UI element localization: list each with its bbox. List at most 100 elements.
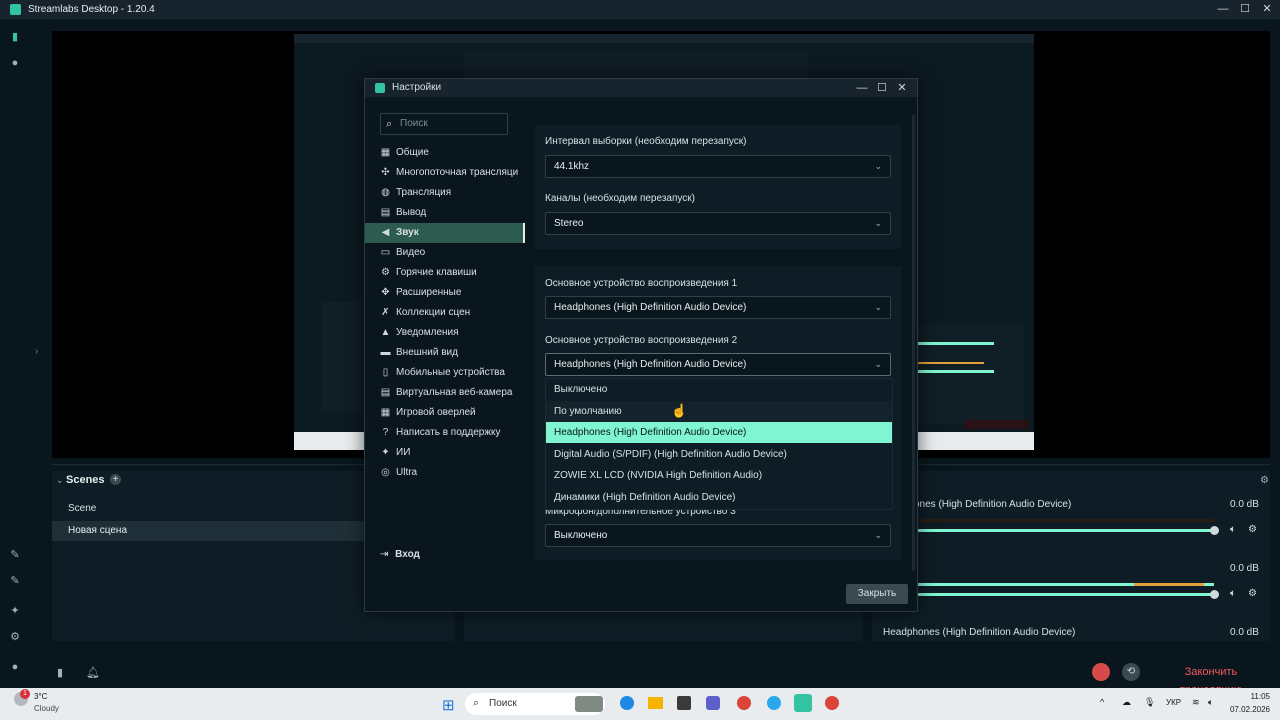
- clock-date[interactable]: 07.02.2026: [1222, 705, 1270, 714]
- settings-menu-item[interactable]: ▦ Игровой оверлей: [365, 403, 523, 423]
- chevron-down-icon[interactable]: ⌄: [56, 475, 64, 486]
- mixer-source-name: Headphones (High Definition Audio Device…: [883, 627, 1076, 638]
- mixer-slider-thumb[interactable]: [1210, 590, 1219, 599]
- settings-search-input[interactable]: ⌕ Поиск: [380, 113, 508, 135]
- desktop-audio-1-select[interactable]: Headphones (High Definition Audio Device…: [545, 296, 891, 319]
- gear-icon[interactable]: ⚙: [1248, 524, 1257, 535]
- profile-icon[interactable]: ●: [9, 661, 21, 673]
- mixer-volume-slider[interactable]: [914, 593, 1214, 596]
- add-scene-icon[interactable]: +: [110, 474, 121, 485]
- close-icon[interactable]: ✕: [1260, 2, 1274, 16]
- dialog-minimize-icon[interactable]: —: [855, 81, 869, 95]
- scrollbar[interactable]: [912, 115, 915, 571]
- chrome-icon[interactable]: [825, 696, 839, 710]
- dialog-close-icon[interactable]: ✕: [895, 81, 909, 95]
- mixer-slider-thumb[interactable]: [1210, 526, 1219, 535]
- scene-item-label: Scene: [68, 503, 97, 514]
- settings-menu-item[interactable]: ▭ Видео: [365, 243, 523, 263]
- settings-menu-label: Игровой оверлей: [396, 407, 476, 418]
- settings-menu-item[interactable]: ▦ Общие: [365, 143, 523, 163]
- dropdown-option-label: Динамики (High Definition Audio Device): [554, 491, 736, 503]
- gear-icon[interactable]: ⚙: [1248, 588, 1257, 599]
- notifications-icon[interactable]: 🔔︎: [86, 666, 100, 679]
- settings-gear-icon[interactable]: ⚙: [9, 631, 21, 643]
- maximize-icon[interactable]: ☐: [1238, 2, 1252, 16]
- settings-menu-item[interactable]: ✣ Многопоточная трансляци: [365, 163, 523, 183]
- settings-menu-label: Коллекции сцен: [396, 307, 471, 318]
- speaker-icon[interactable]: 🔈︎: [1230, 588, 1236, 599]
- desktop-audio-2-select[interactable]: Headphones (High Definition Audio Device…: [545, 353, 891, 376]
- record-icon[interactable]: ●: [9, 57, 21, 69]
- editor-icon[interactable]: ▮: [9, 31, 21, 43]
- windows-start-icon[interactable]: ⊞: [442, 696, 455, 714]
- settings-menu-item[interactable]: ◍ Трансляция: [365, 183, 523, 203]
- mic3-select[interactable]: Выключено ⌄: [545, 524, 891, 547]
- settings-menu-item[interactable]: ◎ Ultra: [365, 463, 523, 483]
- minimize-icon[interactable]: —: [1216, 2, 1230, 16]
- settings-menu-item[interactable]: ✦ ИИ: [365, 443, 523, 463]
- dialog-titlebar: Настройки — ☐ ✕: [365, 79, 917, 97]
- globe-icon: ◍: [381, 187, 390, 198]
- nested-mixer: [914, 324, 1024, 424]
- search-placeholder: Поиск: [400, 118, 428, 129]
- settings-menu-item[interactable]: ▤ Виртуальная веб-камера: [365, 383, 523, 403]
- dropdown-option[interactable]: Digital Audio (S/PDIF) (High Definition …: [546, 444, 892, 465]
- gear-icon: ⚙: [381, 267, 390, 278]
- settings-menu-item[interactable]: ✗ Коллекции сцен: [365, 303, 523, 323]
- settings-menu-item[interactable]: ⚙ Горячие клавиши: [365, 263, 523, 283]
- chevron-down-icon: ⌄: [874, 530, 882, 540]
- app-titlebar: Streamlabs Desktop - 1.20.4 — ☐ ✕: [0, 0, 1280, 19]
- close-button[interactable]: Закрыть: [846, 584, 908, 604]
- themes-icon[interactable]: ✎: [9, 549, 21, 561]
- dialog-maximize-icon[interactable]: ☐: [875, 81, 889, 95]
- clock-time[interactable]: 11:05: [1228, 692, 1270, 701]
- streamlabs-taskbar-icon[interactable]: [794, 694, 812, 712]
- stats-icon[interactable]: ▮: [57, 666, 63, 679]
- cloud-icon[interactable]: ☁: [1122, 697, 1131, 708]
- settings-menu-item[interactable]: ▲ Уведомления: [365, 323, 523, 343]
- wifi-icon[interactable]: ≋: [1192, 697, 1200, 708]
- device-dropdown-list: Выключено По умолчанию Headphones (High De…: [545, 378, 893, 510]
- weather-desc: Cloudy: [34, 704, 59, 713]
- settings-menu-item[interactable]: ▯ Мобильные устройства: [365, 363, 523, 383]
- channels-select[interactable]: Stereo ⌄: [545, 212, 891, 235]
- telegram-icon[interactable]: [767, 696, 781, 710]
- taskbar-search[interactable]: ⌕ Поиск: [465, 693, 605, 715]
- sparkle-icon[interactable]: ✦: [9, 605, 21, 617]
- dropdown-option[interactable]: Динамики (High Definition Audio Device): [546, 487, 892, 508]
- notification-count: 1: [20, 689, 30, 699]
- chrome-icon[interactable]: [737, 696, 751, 710]
- settings-menu-item[interactable]: ▬ Внешний вид: [365, 343, 523, 363]
- settings-menu-item[interactable]: ▤ Вывод: [365, 203, 523, 223]
- teams-icon[interactable]: [706, 696, 720, 710]
- taskbar-search-placeholder: Поиск: [489, 698, 517, 709]
- tray-chevron-icon[interactable]: ^: [1100, 697, 1104, 707]
- language-indicator[interactable]: УКР: [1166, 698, 1181, 707]
- volume-icon[interactable]: 🔈︎: [1208, 697, 1213, 708]
- settings-menu-item[interactable]: ◀ Звук: [365, 223, 525, 243]
- video-icon: ▭: [380, 247, 391, 258]
- collapse-arrow-icon[interactable]: ›: [35, 346, 38, 357]
- mixer-volume-slider[interactable]: [914, 529, 1214, 532]
- dropdown-option[interactable]: ZOWIE XL LCD (NVIDIA High Definition Aud…: [546, 465, 892, 486]
- sample-rate-select[interactable]: 44.1khz ⌄: [545, 155, 891, 178]
- dropdown-option[interactable]: По умолчанию: [546, 400, 892, 422]
- apps-icon[interactable]: ✎: [9, 575, 21, 587]
- file-explorer-icon[interactable]: [648, 697, 663, 709]
- streamlabs-logo-icon: [375, 83, 385, 93]
- dropdown-option[interactable]: Headphones (High Definition Audio Device…: [546, 422, 892, 443]
- nested-titlebar: [294, 34, 1034, 43]
- dropdown-option[interactable]: Выключено: [546, 379, 892, 400]
- settings-menu-item[interactable]: ? Написать в поддержку: [365, 423, 523, 443]
- login-button[interactable]: ⇥ Вход: [380, 549, 420, 560]
- edge-icon[interactable]: [620, 696, 634, 710]
- record-button[interactable]: [1092, 663, 1110, 681]
- dropdown-option-label: По умолчанию: [554, 405, 622, 417]
- microphone-icon[interactable]: 🎙︎: [1144, 697, 1155, 708]
- mixer-settings-icon[interactable]: ⚙: [1260, 475, 1269, 486]
- store-icon[interactable]: [677, 696, 691, 710]
- replay-buffer-icon[interactable]: ⟲: [1122, 663, 1140, 681]
- speaker-icon[interactable]: 🔈︎: [1230, 524, 1236, 535]
- end-stream-button[interactable]: Закончить трансляцию: [1153, 663, 1269, 696]
- settings-menu-item[interactable]: ✥ Расширенные: [365, 283, 523, 303]
